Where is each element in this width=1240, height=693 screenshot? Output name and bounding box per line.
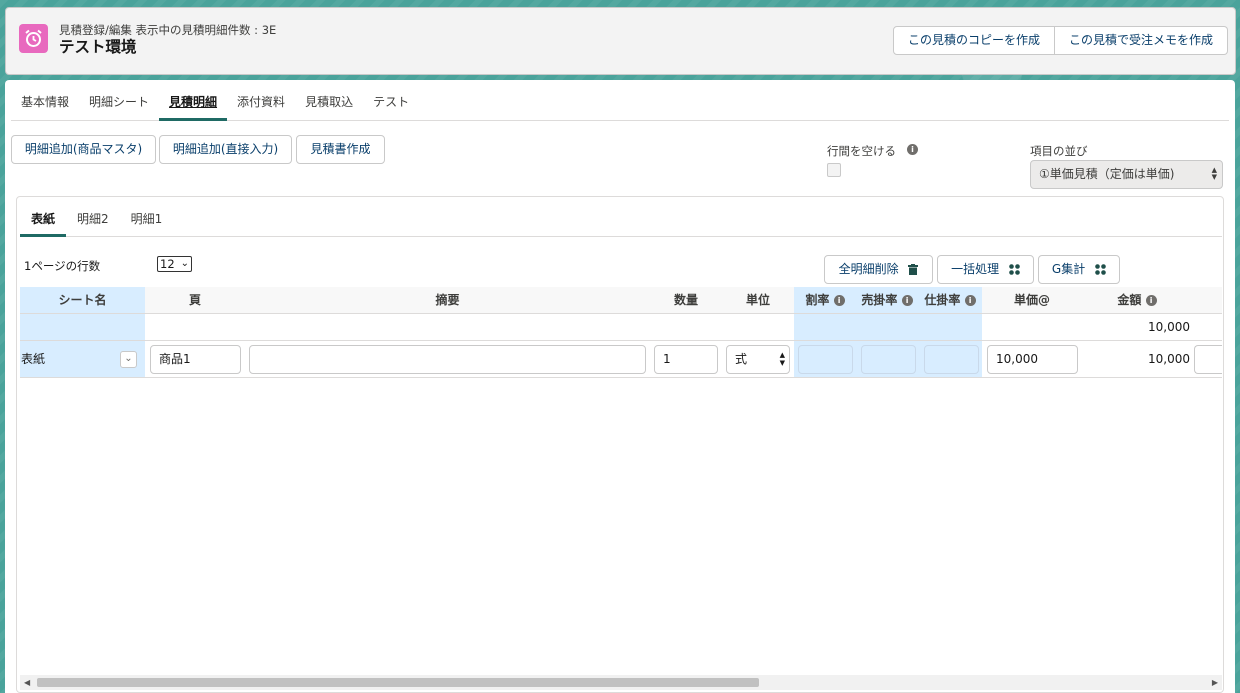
- summary-amount: 10,000: [1148, 320, 1190, 334]
- tab-quote-import[interactable]: 見積取込: [295, 80, 363, 121]
- order-label: 項目の並び: [1030, 144, 1088, 158]
- info-icon[interactable]: i: [901, 295, 913, 306]
- copy-quote-button[interactable]: この見積のコピーを作成: [893, 26, 1056, 55]
- unit-select-value: 式: [735, 352, 748, 366]
- summary-input[interactable]: [249, 345, 646, 374]
- g-total-label: G集計: [1051, 262, 1086, 276]
- info-icon[interactable]: i: [1145, 295, 1157, 306]
- tab-quote-detail[interactable]: 見積明細: [159, 80, 228, 121]
- page-header: 見積登録/編集 表示中の見積明細件数 : 3E テスト環境 この見積のコピーを作…: [5, 7, 1236, 75]
- scroll-thumb[interactable]: [37, 678, 759, 687]
- rows-per-page-select[interactable]: 12 ⌄: [157, 256, 192, 272]
- discount-input[interactable]: [798, 345, 853, 374]
- header-page: 頁: [188, 293, 201, 307]
- sheet-dropdown-chevron-icon[interactable]: ⌄: [120, 351, 137, 368]
- summary-sheet-cell: [20, 314, 145, 340]
- rows-per-page-value: 12: [160, 257, 175, 271]
- header-sheet: シート名: [20, 287, 145, 313]
- bulk-process-button[interactable]: 一括処理: [937, 255, 1034, 284]
- tab-basic-info[interactable]: 基本情報: [11, 80, 79, 121]
- header-amount: 金額 i: [1082, 287, 1192, 313]
- order-select[interactable]: ①単価見積（定価は単価) ▲ ▼: [1030, 160, 1223, 189]
- select-arrows-icon: ▲ ▼: [779, 351, 785, 367]
- info-icon[interactable]: i: [964, 295, 976, 306]
- header-qty: 数量: [673, 293, 698, 307]
- grid-header-row: シート名 頁 摘要 数量 単位 割率 i 売掛率 i 仕掛率 i 単価@ 金額 …: [20, 287, 1222, 314]
- alarm-clock-icon: [19, 24, 48, 53]
- row-amount: 10,000: [1148, 352, 1190, 366]
- bulk-process-label: 一括処理: [951, 262, 1000, 276]
- sheet-tabs: 表紙 明細2 明細1: [20, 197, 1222, 237]
- g-total-button[interactable]: G集計: [1038, 255, 1120, 284]
- header-unit-price: 単価@: [1013, 293, 1050, 307]
- page-title: テスト環境: [59, 38, 137, 56]
- main-card: 基本情報 明細シート 見積明細 添付資料 見積取込 テスト 明細追加(商品マスタ…: [5, 80, 1235, 693]
- horizontal-scrollbar[interactable]: ◀ ▶: [20, 675, 1222, 690]
- add-direct-button[interactable]: 明細追加(直接入力): [159, 135, 292, 164]
- delete-all-label: 全明細削除: [838, 262, 899, 276]
- header-unit: 単位: [745, 293, 770, 307]
- info-icon[interactable]: i: [833, 295, 845, 306]
- summary-rate-cell: [794, 314, 982, 340]
- buy-rate-input[interactable]: [924, 345, 979, 374]
- order-select-value: ①単価見積（定価は単価): [1039, 167, 1175, 181]
- select-arrows-icon: ▲ ▼: [1211, 166, 1217, 181]
- header-summary: 摘要: [435, 293, 460, 307]
- create-order-memo-button[interactable]: この見積で受注メモを作成: [1055, 26, 1229, 55]
- table-row: 表紙 ⌄ 商品1 1 式 ▲ ▼ 10,000 10,000: [20, 341, 1222, 378]
- add-from-master-button[interactable]: 明細追加(商品マスタ): [11, 135, 156, 164]
- row-spacing-checkbox[interactable]: [827, 163, 841, 177]
- row-sheet-value: 表紙: [21, 352, 46, 366]
- header-buy-rate-label: 仕掛率: [924, 293, 961, 307]
- header-button-group: この見積のコピーを作成 この見積で受注メモを作成: [893, 26, 1229, 55]
- detail-panel: 表紙 明細2 明細1 1ページの行数 12 ⌄ 全明細削除 一括処理 G集計 シ…: [16, 196, 1224, 693]
- subtab-detail1[interactable]: 明細1: [120, 197, 174, 237]
- chevron-down-icon: ⌄: [180, 258, 189, 269]
- info-icon[interactable]: i: [907, 144, 918, 155]
- header-discount: 割率 i: [794, 287, 856, 313]
- unit-price-input[interactable]: 10,000: [987, 345, 1078, 374]
- scroll-left-icon[interactable]: ◀: [24, 678, 30, 687]
- rows-per-page-label: 1ページの行数: [24, 259, 101, 273]
- header-amount-label: 金額: [1117, 293, 1142, 307]
- quantity-input[interactable]: 1: [654, 345, 718, 374]
- tab-test[interactable]: テスト: [363, 80, 419, 121]
- tab-detail-sheet[interactable]: 明細シート: [79, 80, 159, 121]
- subtab-cover[interactable]: 表紙: [20, 197, 67, 237]
- header-discount-label: 割率: [805, 293, 830, 307]
- tab-attachments[interactable]: 添付資料: [227, 80, 295, 121]
- trash-icon: [908, 264, 919, 275]
- header-buy-rate: 仕掛率 i: [918, 287, 982, 313]
- row-spacing-text: 行間を空ける: [827, 144, 896, 158]
- sell-rate-input[interactable]: [861, 345, 916, 374]
- row-spacing-label: 行間を空ける: [827, 143, 896, 159]
- grid-icon: [1009, 264, 1020, 275]
- header-sell-rate-label: 売掛率: [861, 293, 898, 307]
- unit-select[interactable]: 式 ▲ ▼: [726, 345, 790, 374]
- main-tabs: 基本情報 明細シート 見積明細 添付資料 見積取込 テスト: [11, 80, 1229, 121]
- header-sell-rate: 売掛率 i: [856, 287, 918, 313]
- scroll-right-icon[interactable]: ▶: [1212, 678, 1218, 687]
- grid-icon: [1095, 264, 1106, 275]
- create-quote-button[interactable]: 見積書作成: [296, 135, 385, 164]
- summary-row: 10,000: [20, 314, 1222, 341]
- delete-all-button[interactable]: 全明細削除: [824, 255, 933, 284]
- subtab-detail2[interactable]: 明細2: [66, 197, 120, 237]
- page-input[interactable]: 商品1: [150, 345, 241, 374]
- extra-input[interactable]: [1194, 345, 1222, 374]
